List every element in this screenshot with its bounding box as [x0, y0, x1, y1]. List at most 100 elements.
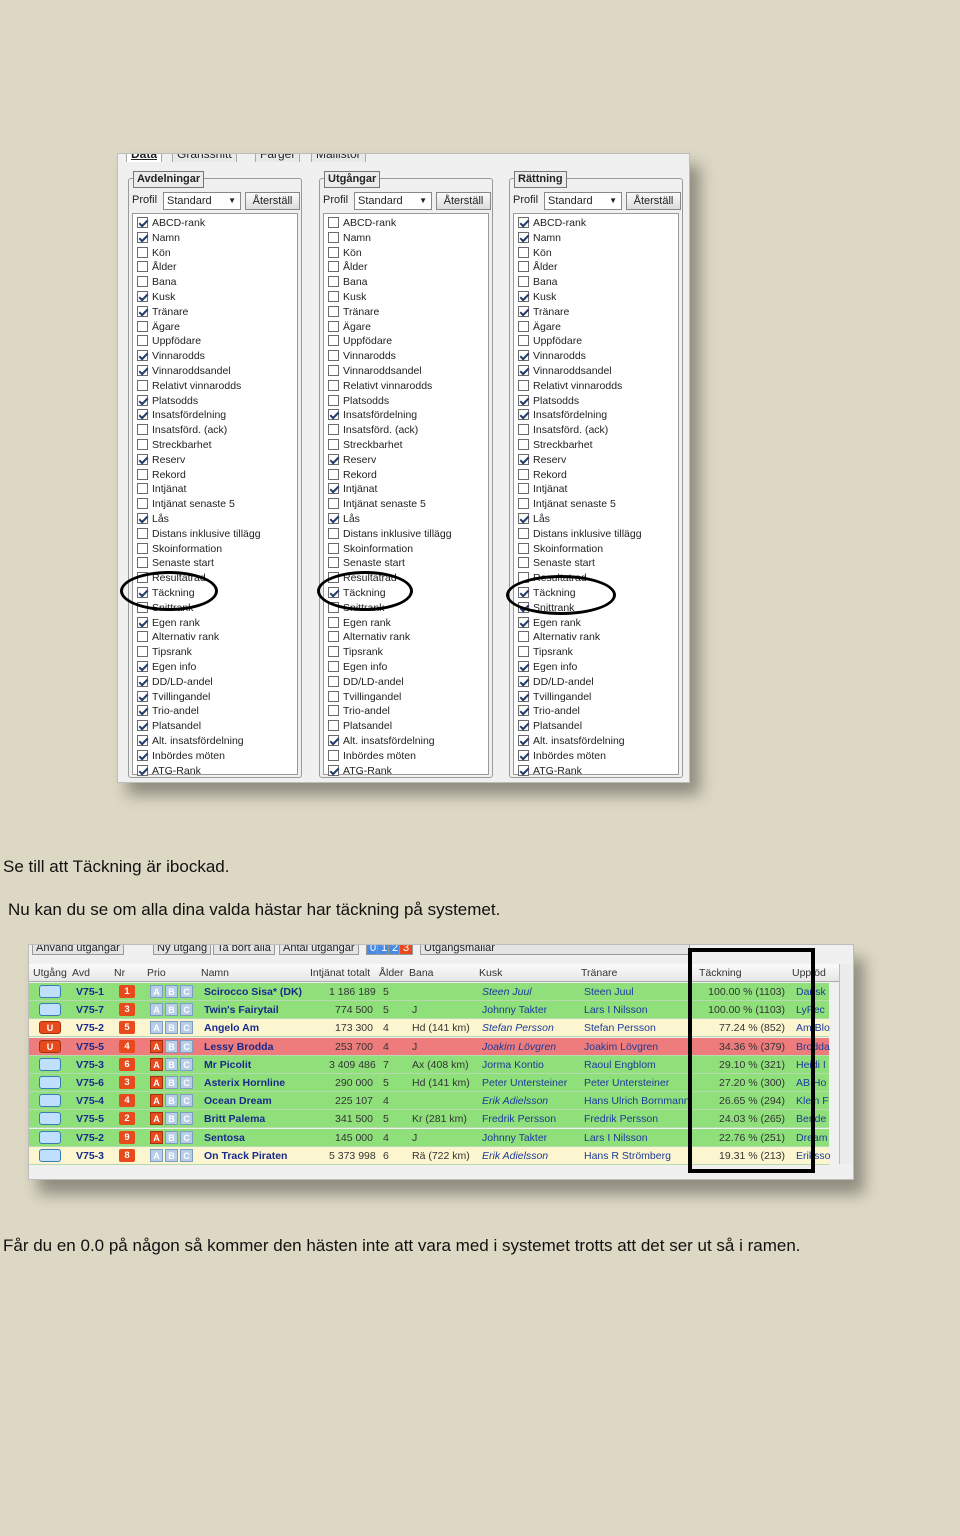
checklist-item[interactable]: ABCD-rank — [518, 217, 586, 231]
checklist-item[interactable]: Platsandel — [328, 720, 392, 734]
prio-b-button[interactable]: B — [165, 1094, 178, 1108]
checkbox[interactable] — [137, 291, 148, 302]
checkbox[interactable] — [518, 217, 529, 228]
checklist-item[interactable]: Platsandel — [518, 720, 582, 734]
prio-a-button[interactable]: A — [150, 1094, 163, 1108]
checklist-item[interactable]: Reserv — [328, 453, 376, 468]
checklist-item[interactable]: Intjänat — [328, 483, 377, 497]
checkbox[interactable] — [518, 379, 529, 391]
checklist-item[interactable]: Vinnarodds — [137, 350, 205, 364]
prio-c-button[interactable]: C — [180, 1003, 193, 1017]
checklist-item[interactable]: Platsandel — [137, 720, 201, 734]
checklist-item[interactable]: Alternativ rank — [518, 631, 600, 645]
checklist-item[interactable]: Vinnaroddsandel — [328, 365, 422, 379]
prio-c-button[interactable]: C — [180, 1130, 193, 1144]
checklist-item[interactable]: Egen info — [518, 661, 577, 675]
checkbox[interactable] — [137, 498, 148, 510]
checklist-item[interactable]: Bana — [137, 276, 177, 290]
checkbox[interactable] — [328, 261, 339, 273]
checklist-item[interactable]: Skoinformation — [328, 542, 413, 557]
checkbox[interactable] — [518, 513, 529, 524]
checkbox[interactable] — [518, 335, 529, 347]
checklist-item[interactable]: Tränare — [518, 305, 569, 320]
checklist-item[interactable]: Kön — [328, 246, 362, 261]
checkbox[interactable] — [518, 305, 529, 317]
checklist-item[interactable]: Insatsfördelning — [137, 409, 226, 423]
checkbox[interactable] — [518, 735, 529, 746]
prio-a-button[interactable]: A — [150, 1112, 163, 1126]
checklist-item[interactable]: Intjänat — [518, 483, 567, 497]
checkbox[interactable] — [518, 468, 529, 480]
checklist-item[interactable]: Relativt vinnarodds — [137, 379, 241, 394]
prio-c-button[interactable]: C — [180, 1076, 193, 1089]
tab-granssnitt[interactable]: Gränssnitt — [172, 154, 237, 162]
checklist-item[interactable]: Inbördes möten — [518, 749, 606, 764]
checklist-item[interactable]: Alt. insatsfördelning — [518, 735, 625, 749]
checkbox[interactable] — [328, 483, 339, 495]
checklist-item[interactable]: Alt. insatsfördelning — [137, 735, 244, 749]
output-toggle[interactable]: U — [39, 1039, 61, 1053]
checklist-item[interactable]: Streckbarhet — [137, 439, 212, 453]
checkbox[interactable] — [518, 498, 529, 510]
output-toggle[interactable] — [39, 1130, 61, 1144]
checkbox[interactable] — [137, 675, 148, 687]
checklist-item[interactable]: Kön — [137, 246, 171, 261]
checkbox[interactable] — [518, 453, 529, 465]
checkbox[interactable] — [518, 246, 529, 258]
checkbox[interactable] — [518, 690, 529, 702]
checkbox[interactable] — [518, 350, 529, 362]
checklist-item[interactable]: Kön — [518, 246, 552, 261]
checkbox[interactable] — [518, 705, 529, 717]
checklist-item[interactable]: Tvillingandel — [328, 690, 401, 705]
checklist-item[interactable]: Ägare — [328, 320, 371, 335]
checklist-item[interactable]: Trio-andel — [328, 705, 390, 719]
checklist-item[interactable]: Inbördes möten — [137, 749, 225, 764]
checklist-item[interactable]: Lås — [518, 513, 550, 527]
checkbox[interactable] — [137, 379, 148, 391]
tab-mallistor[interactable]: Mallistor — [311, 154, 366, 162]
prio-selector[interactable]: ABC — [150, 985, 195, 998]
checklist-item[interactable]: Distans inklusive tillägg — [137, 527, 261, 542]
checklist-item[interactable]: Ålder — [518, 261, 558, 275]
checklist-item[interactable]: Intjänat senaste 5 — [328, 498, 426, 512]
checklist-item[interactable]: Ålder — [328, 261, 368, 275]
checkbox[interactable] — [328, 424, 339, 436]
checkbox[interactable] — [137, 616, 148, 628]
checklist-item[interactable]: Vinnarodds — [328, 350, 396, 364]
prio-selector[interactable]: ABC — [150, 1003, 195, 1017]
checklist-item[interactable]: Relativt vinnarodds — [328, 379, 432, 394]
checkbox[interactable] — [137, 335, 148, 347]
checklist-item[interactable]: Insatsförd. (ack) — [137, 424, 227, 438]
profile-select[interactable]: Standard ▼ — [544, 192, 622, 210]
prio-a-button[interactable]: A — [150, 985, 163, 998]
prio-c-button[interactable]: C — [180, 1039, 193, 1053]
output-toggle[interactable] — [39, 1003, 61, 1017]
checkbox[interactable] — [137, 542, 148, 554]
checkbox[interactable] — [518, 542, 529, 554]
output-toggle[interactable] — [39, 1076, 61, 1089]
checkbox[interactable] — [137, 350, 148, 362]
checklist-item[interactable]: Namn — [518, 231, 561, 246]
prio-b-button[interactable]: B — [165, 1003, 178, 1017]
prio-c-button[interactable]: C — [180, 985, 193, 998]
prio-b-button[interactable]: B — [165, 1021, 178, 1035]
checkbox[interactable] — [328, 439, 339, 450]
checkbox[interactable] — [518, 749, 529, 761]
col-alder[interactable]: Ålder — [379, 967, 404, 979]
prio-selector[interactable]: ABC — [150, 1112, 195, 1126]
checkbox[interactable] — [137, 468, 148, 480]
checkbox[interactable] — [518, 483, 529, 495]
checkbox[interactable] — [328, 498, 339, 510]
checkbox[interactable] — [518, 764, 529, 776]
checklist-item[interactable]: Egen rank — [137, 616, 200, 631]
checkbox[interactable] — [518, 365, 529, 376]
checkbox[interactable] — [518, 424, 529, 436]
col-intjanat[interactable]: Intjänat totalt — [310, 967, 370, 979]
checklist-item[interactable]: Bana — [328, 276, 368, 290]
checklist-item[interactable]: Kusk — [328, 291, 366, 305]
checklist-item[interactable]: Senaste start — [137, 557, 214, 571]
checkbox[interactable] — [137, 453, 148, 465]
prio-c-button[interactable]: C — [180, 1148, 193, 1162]
checklist-item[interactable]: Tvillingandel — [518, 690, 591, 705]
output-toggle[interactable] — [39, 1112, 61, 1126]
